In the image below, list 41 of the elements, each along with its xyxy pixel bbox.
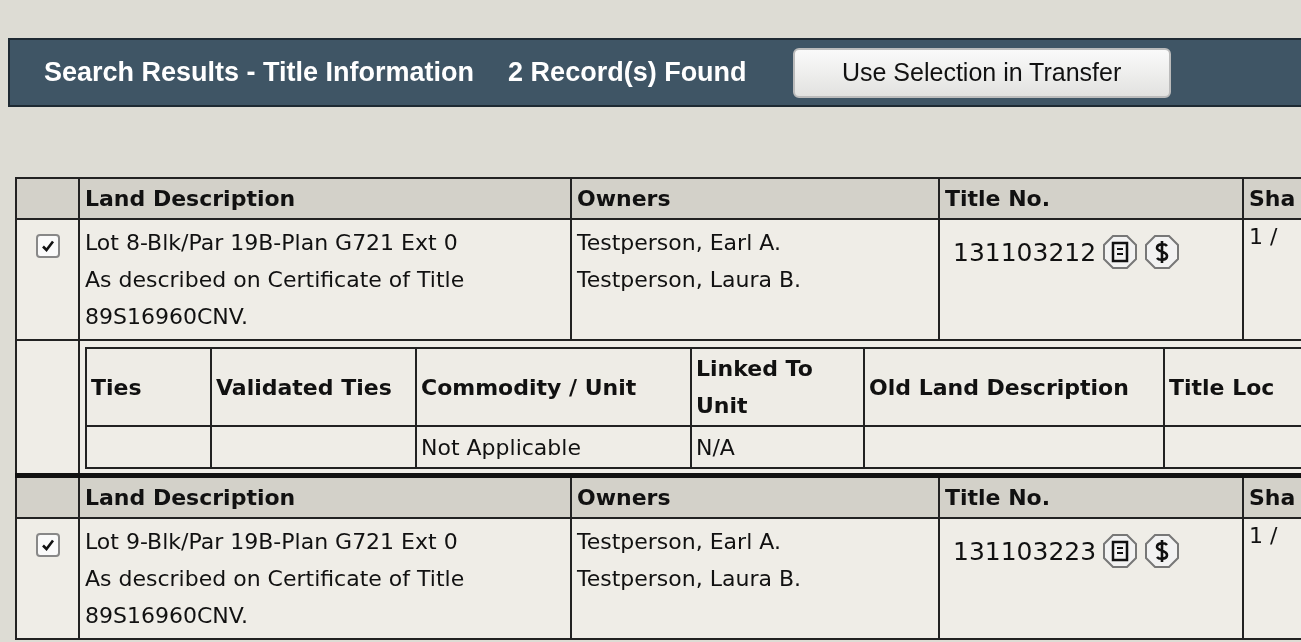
checkmark-icon (39, 537, 56, 553)
column-header: Old Land Description (864, 348, 1164, 426)
column-header: Title No. (939, 178, 1243, 219)
use-selection-button[interactable]: Use Selection in Transfer (792, 47, 1171, 98)
record-count: 2 Record(s) Found (508, 57, 747, 88)
land-description-line: 89S16960CNV. (85, 602, 249, 630)
owner-name: Testperson, Earl A. (577, 528, 782, 556)
dollar-icon[interactable] (1144, 533, 1181, 569)
column-header: Linked To Unit (691, 348, 864, 426)
owner-name: Testperson, Laura B. (577, 565, 802, 593)
land-description-line: As described on Certificate of Title (85, 266, 466, 294)
column-header: Validated Ties (211, 348, 416, 426)
results-title: Search Results - Title Information (44, 57, 475, 88)
land-description-line: Lot 9-Blk/Par 19B-Plan G721 Ext 0 (85, 528, 459, 556)
table-cell: N/A (696, 434, 735, 460)
land-description-line: Lot 8-Blk/Par 19B-Plan G721 Ext 0 (85, 229, 459, 257)
document-icon[interactable] (1102, 533, 1139, 569)
column-header: Land Description (79, 178, 571, 219)
title-number: 131103212 (953, 237, 1097, 267)
checkmark-icon (39, 238, 56, 254)
column-header: Title No. (939, 475, 1243, 518)
column-header: Commodity / Unit (416, 348, 691, 426)
row-checkbox[interactable] (35, 234, 60, 258)
column-header: Owners (571, 475, 939, 518)
title-number: 131103223 (953, 536, 1097, 566)
table-cell: Not Applicable (421, 434, 581, 460)
document-icon[interactable] (1102, 234, 1139, 270)
share-cell: 1 / (1243, 518, 1301, 639)
owner-name: Testperson, Laura B. (577, 266, 802, 294)
owner-name: Testperson, Earl A. (577, 229, 782, 257)
dollar-icon[interactable] (1144, 234, 1181, 270)
row-checkbox[interactable] (35, 533, 60, 557)
column-header: Ties (86, 348, 211, 426)
column-header: Sha (1243, 178, 1301, 219)
land-description-line: 89S16960CNV. (85, 303, 249, 331)
column-header: Title Loc (1164, 348, 1301, 426)
land-description-line: As described on Certificate of Title (85, 565, 466, 593)
column-header: Land Description (79, 475, 571, 518)
column-header: Sha (1243, 475, 1301, 518)
column-header: Owners (571, 178, 939, 219)
share-cell: 1 / (1243, 219, 1301, 340)
